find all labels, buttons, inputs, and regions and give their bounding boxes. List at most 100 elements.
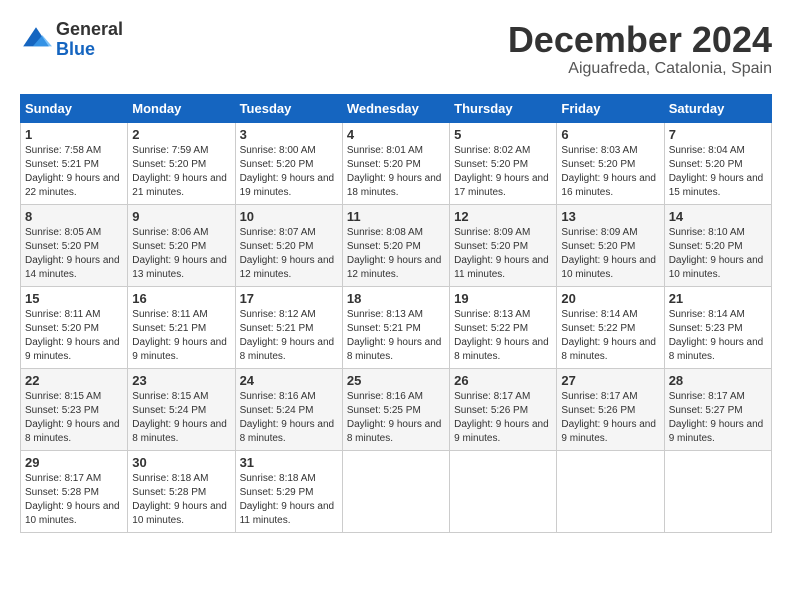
daylight-label: Daylight: 9 hours and 8 minutes. (561, 337, 656, 362)
daylight-label: Daylight: 9 hours and 11 minutes. (454, 255, 549, 280)
sunset-label: Sunset: 5:20 PM (132, 241, 206, 252)
day-info: Sunrise: 8:15 AM Sunset: 5:24 PM Dayligh… (132, 390, 230, 446)
sunset-label: Sunset: 5:20 PM (240, 241, 314, 252)
day-info: Sunrise: 8:10 AM Sunset: 5:20 PM Dayligh… (669, 226, 767, 282)
sunset-label: Sunset: 5:20 PM (25, 323, 99, 334)
day-info: Sunrise: 8:17 AM Sunset: 5:27 PM Dayligh… (669, 390, 767, 446)
day-info: Sunrise: 8:17 AM Sunset: 5:26 PM Dayligh… (454, 390, 552, 446)
sunrise-label: Sunrise: 7:59 AM (132, 145, 208, 156)
calendar-cell: 4 Sunrise: 8:01 AM Sunset: 5:20 PM Dayli… (342, 122, 449, 204)
sunset-label: Sunset: 5:28 PM (132, 487, 206, 498)
daylight-label: Daylight: 9 hours and 9 minutes. (669, 419, 764, 444)
sunset-label: Sunset: 5:21 PM (240, 323, 314, 334)
sunset-label: Sunset: 5:21 PM (25, 159, 99, 170)
day-info: Sunrise: 8:09 AM Sunset: 5:20 PM Dayligh… (454, 226, 552, 282)
day-info: Sunrise: 8:11 AM Sunset: 5:20 PM Dayligh… (25, 308, 123, 364)
sunset-label: Sunset: 5:22 PM (561, 323, 635, 334)
logo-blue: Blue (56, 40, 123, 60)
daylight-label: Daylight: 9 hours and 10 minutes. (132, 501, 227, 526)
day-info: Sunrise: 8:03 AM Sunset: 5:20 PM Dayligh… (561, 144, 659, 200)
daylight-label: Daylight: 9 hours and 8 minutes. (347, 419, 442, 444)
sunrise-label: Sunrise: 8:02 AM (454, 145, 530, 156)
day-number: 6 (561, 127, 659, 142)
calendar-week-row: 15 Sunrise: 8:11 AM Sunset: 5:20 PM Dayl… (21, 286, 772, 368)
calendar-cell: 27 Sunrise: 8:17 AM Sunset: 5:26 PM Dayl… (557, 368, 664, 450)
calendar-cell: 14 Sunrise: 8:10 AM Sunset: 5:20 PM Dayl… (664, 204, 771, 286)
weekday-header: Monday (128, 94, 235, 122)
calendar-cell: 26 Sunrise: 8:17 AM Sunset: 5:26 PM Dayl… (450, 368, 557, 450)
day-info: Sunrise: 8:12 AM Sunset: 5:21 PM Dayligh… (240, 308, 338, 364)
calendar-cell: 8 Sunrise: 8:05 AM Sunset: 5:20 PM Dayli… (21, 204, 128, 286)
sunset-label: Sunset: 5:20 PM (347, 159, 421, 170)
sunrise-label: Sunrise: 8:15 AM (132, 391, 208, 402)
day-info: Sunrise: 8:13 AM Sunset: 5:21 PM Dayligh… (347, 308, 445, 364)
calendar-cell: 6 Sunrise: 8:03 AM Sunset: 5:20 PM Dayli… (557, 122, 664, 204)
calendar-cell (557, 450, 664, 532)
sunset-label: Sunset: 5:20 PM (669, 241, 743, 252)
calendar-cell: 25 Sunrise: 8:16 AM Sunset: 5:25 PM Dayl… (342, 368, 449, 450)
day-number: 26 (454, 373, 552, 388)
calendar-cell: 2 Sunrise: 7:59 AM Sunset: 5:20 PM Dayli… (128, 122, 235, 204)
sunset-label: Sunset: 5:21 PM (132, 323, 206, 334)
sunrise-label: Sunrise: 8:16 AM (240, 391, 316, 402)
daylight-label: Daylight: 9 hours and 10 minutes. (669, 255, 764, 280)
daylight-label: Daylight: 9 hours and 22 minutes. (25, 173, 120, 198)
day-number: 29 (25, 455, 123, 470)
sunset-label: Sunset: 5:23 PM (25, 405, 99, 416)
daylight-label: Daylight: 9 hours and 16 minutes. (561, 173, 656, 198)
sunset-label: Sunset: 5:20 PM (25, 241, 99, 252)
day-number: 27 (561, 373, 659, 388)
sunset-label: Sunset: 5:20 PM (669, 159, 743, 170)
calendar-cell: 30 Sunrise: 8:18 AM Sunset: 5:28 PM Dayl… (128, 450, 235, 532)
sunrise-label: Sunrise: 8:17 AM (454, 391, 530, 402)
sunrise-label: Sunrise: 8:18 AM (132, 473, 208, 484)
day-info: Sunrise: 8:14 AM Sunset: 5:23 PM Dayligh… (669, 308, 767, 364)
calendar-table: SundayMondayTuesdayWednesdayThursdayFrid… (20, 94, 772, 533)
day-info: Sunrise: 8:15 AM Sunset: 5:23 PM Dayligh… (25, 390, 123, 446)
weekday-header: Tuesday (235, 94, 342, 122)
sunset-label: Sunset: 5:28 PM (25, 487, 99, 498)
day-info: Sunrise: 8:11 AM Sunset: 5:21 PM Dayligh… (132, 308, 230, 364)
daylight-label: Daylight: 9 hours and 9 minutes. (561, 419, 656, 444)
day-number: 18 (347, 291, 445, 306)
sunrise-label: Sunrise: 8:15 AM (25, 391, 101, 402)
daylight-label: Daylight: 9 hours and 11 minutes. (240, 501, 335, 526)
calendar-cell: 29 Sunrise: 8:17 AM Sunset: 5:28 PM Dayl… (21, 450, 128, 532)
daylight-label: Daylight: 9 hours and 8 minutes. (669, 337, 764, 362)
sunset-label: Sunset: 5:26 PM (454, 405, 528, 416)
calendar-week-row: 8 Sunrise: 8:05 AM Sunset: 5:20 PM Dayli… (21, 204, 772, 286)
logo-general: General (56, 20, 123, 40)
sunrise-label: Sunrise: 8:04 AM (669, 145, 745, 156)
day-number: 24 (240, 373, 338, 388)
calendar-cell: 12 Sunrise: 8:09 AM Sunset: 5:20 PM Dayl… (450, 204, 557, 286)
sunset-label: Sunset: 5:24 PM (132, 405, 206, 416)
sunrise-label: Sunrise: 8:00 AM (240, 145, 316, 156)
day-number: 25 (347, 373, 445, 388)
sunrise-label: Sunrise: 8:09 AM (454, 227, 530, 238)
sunrise-label: Sunrise: 8:17 AM (669, 391, 745, 402)
day-number: 12 (454, 209, 552, 224)
day-number: 8 (25, 209, 123, 224)
day-number: 30 (132, 455, 230, 470)
sunset-label: Sunset: 5:20 PM (132, 159, 206, 170)
calendar-cell: 15 Sunrise: 8:11 AM Sunset: 5:20 PM Dayl… (21, 286, 128, 368)
day-info: Sunrise: 8:09 AM Sunset: 5:20 PM Dayligh… (561, 226, 659, 282)
daylight-label: Daylight: 9 hours and 10 minutes. (25, 501, 120, 526)
weekday-header: Thursday (450, 94, 557, 122)
sunrise-label: Sunrise: 8:11 AM (25, 309, 100, 320)
calendar-cell: 19 Sunrise: 8:13 AM Sunset: 5:22 PM Dayl… (450, 286, 557, 368)
calendar-cell: 13 Sunrise: 8:09 AM Sunset: 5:20 PM Dayl… (557, 204, 664, 286)
sunset-label: Sunset: 5:20 PM (240, 159, 314, 170)
weekday-header-row: SundayMondayTuesdayWednesdayThursdayFrid… (21, 94, 772, 122)
main-title: December 2024 (508, 20, 772, 60)
calendar-cell: 5 Sunrise: 8:02 AM Sunset: 5:20 PM Dayli… (450, 122, 557, 204)
day-number: 1 (25, 127, 123, 142)
day-info: Sunrise: 8:14 AM Sunset: 5:22 PM Dayligh… (561, 308, 659, 364)
day-info: Sunrise: 8:16 AM Sunset: 5:24 PM Dayligh… (240, 390, 338, 446)
day-info: Sunrise: 8:05 AM Sunset: 5:20 PM Dayligh… (25, 226, 123, 282)
sunrise-label: Sunrise: 8:08 AM (347, 227, 423, 238)
sunrise-label: Sunrise: 8:01 AM (347, 145, 423, 156)
sunset-label: Sunset: 5:27 PM (669, 405, 743, 416)
sunrise-label: Sunrise: 8:17 AM (561, 391, 637, 402)
calendar-week-row: 1 Sunrise: 7:58 AM Sunset: 5:21 PM Dayli… (21, 122, 772, 204)
